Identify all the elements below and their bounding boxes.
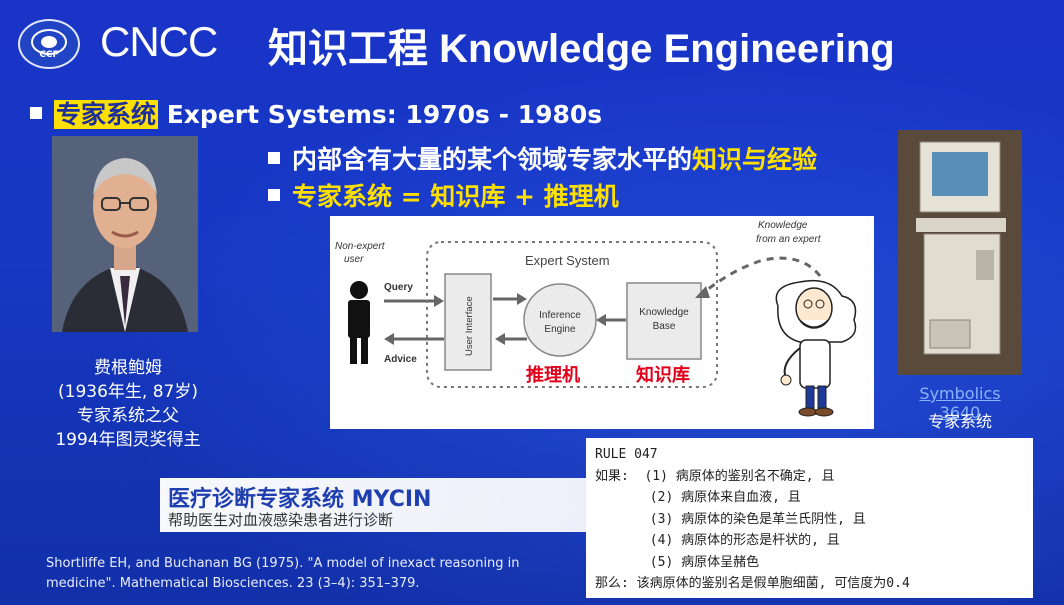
portrait-caption: 费根鲍姆 (1936年生, 87岁) 专家系统之父 1994年图灵奖得主 [28, 356, 228, 452]
query-label: Query [384, 282, 413, 293]
caption-birth: (1936年生, 87岁) [58, 382, 198, 402]
ui-to-engine-arrowhead-icon [517, 293, 527, 305]
bullet-expert-systems: 专家系统 Expert Systems: 1970s - 1980s [30, 95, 602, 131]
expert-system-period: Expert Systems: 1970s - 1980s [158, 100, 603, 129]
mycin-banner: 医疗诊断专家系统 MYCIN 帮助医生对血液感染患者进行诊断 [160, 478, 588, 532]
caption-award: 1994年图灵奖得主 [55, 430, 201, 450]
bullet-text: 内部含有大量的某个领域专家水平的 [292, 145, 693, 174]
bullet-highlight: 知识与经验 [692, 145, 818, 174]
bullet-knowledge-experience: 内部含有大量的某个领域专家水平的知识与经验 [268, 140, 817, 176]
expert-system-diagram: Non-expert user Query Advice Expert Syst… [330, 216, 874, 429]
rule-line: 那么: 该病原体的鉴别名是假单胞细菌, 可信度为0.4 [595, 576, 910, 591]
expert-system-highlight: 专家系统 [54, 100, 159, 129]
bullet-square-icon [268, 152, 280, 164]
kb-to-engine-arrowhead-icon [596, 314, 606, 326]
slide-title: 知识工程 Knowledge Engineering [268, 27, 895, 71]
bullet-square-icon [268, 189, 280, 201]
rule-line: (3) 病原体的染色是革兰氏阴性, 且 [595, 511, 866, 527]
symbolics-caption: 专家系统 [927, 412, 992, 431]
feigenbaum-portrait [52, 136, 198, 332]
rule-line: 如果: (1) 病原体的鉴别名不确定, 且 [595, 468, 835, 484]
caption-role: 专家系统之父 [77, 406, 179, 426]
engine-to-ui-arrowhead-icon [495, 333, 505, 345]
expert-cartoon-icon [775, 279, 857, 417]
rule-line: (4) 病原体的形态是杆状的, 且 [595, 533, 840, 548]
rule-line: RULE 047 [595, 447, 658, 462]
query-arrowhead-icon [434, 295, 444, 307]
diagram-svg: Non-expert user Query Advice Expert Syst… [335, 220, 857, 417]
advice-label: Advice [384, 354, 417, 365]
symbolics-machine-image [898, 130, 1022, 375]
from-expert-label: from an expert [756, 234, 822, 245]
user-label: user [344, 254, 364, 265]
user-interface-label: User Interface [464, 296, 475, 356]
knowledge-from-label: Knowledge [758, 220, 808, 231]
rule-line: (5) 病原体呈赭色 [595, 554, 760, 570]
inference-engine-cn-label: 推理机 [526, 364, 580, 385]
knowledge-label: Knowledge [639, 307, 689, 318]
inference-label: Inference [539, 310, 581, 321]
mycin-rule-box: RULE 047 如果: (1) 病原体的鉴别名不确定, 且 (2) 病原体来自血… [586, 438, 1033, 598]
rule-line: (2) 病原体来自血液, 且 [595, 490, 801, 505]
symbolics-photo [898, 130, 1022, 375]
caption-name: 费根鲍姆 [94, 358, 162, 378]
base-label: Base [653, 321, 676, 332]
expert-system-label: Expert System [525, 253, 610, 268]
advice-arrowhead-icon [384, 333, 394, 345]
cncc-logo: CNCC [100, 18, 218, 65]
citation: Shortliffe EH, and Buchanan BG (1975). "… [46, 556, 520, 591]
non-expert-label: Non-expert [335, 241, 386, 252]
knowledge-base-cn-label: 知识库 [636, 364, 690, 385]
engine-label: Engine [544, 324, 576, 335]
bullet-equation: 专家系统 = 知识库 + 推理机 [268, 177, 619, 213]
bullet-equation-text: 专家系统 = 知识库 + 推理机 [292, 182, 619, 211]
portrait-image [52, 136, 198, 332]
ccf-logo: CCF [18, 19, 80, 69]
bullet-square-icon [30, 107, 42, 119]
mycin-subtitle: 帮助医生对血液感染患者进行诊断 [168, 511, 394, 529]
ccf-emblem-icon [31, 29, 67, 55]
user-figure-icon [348, 281, 370, 364]
